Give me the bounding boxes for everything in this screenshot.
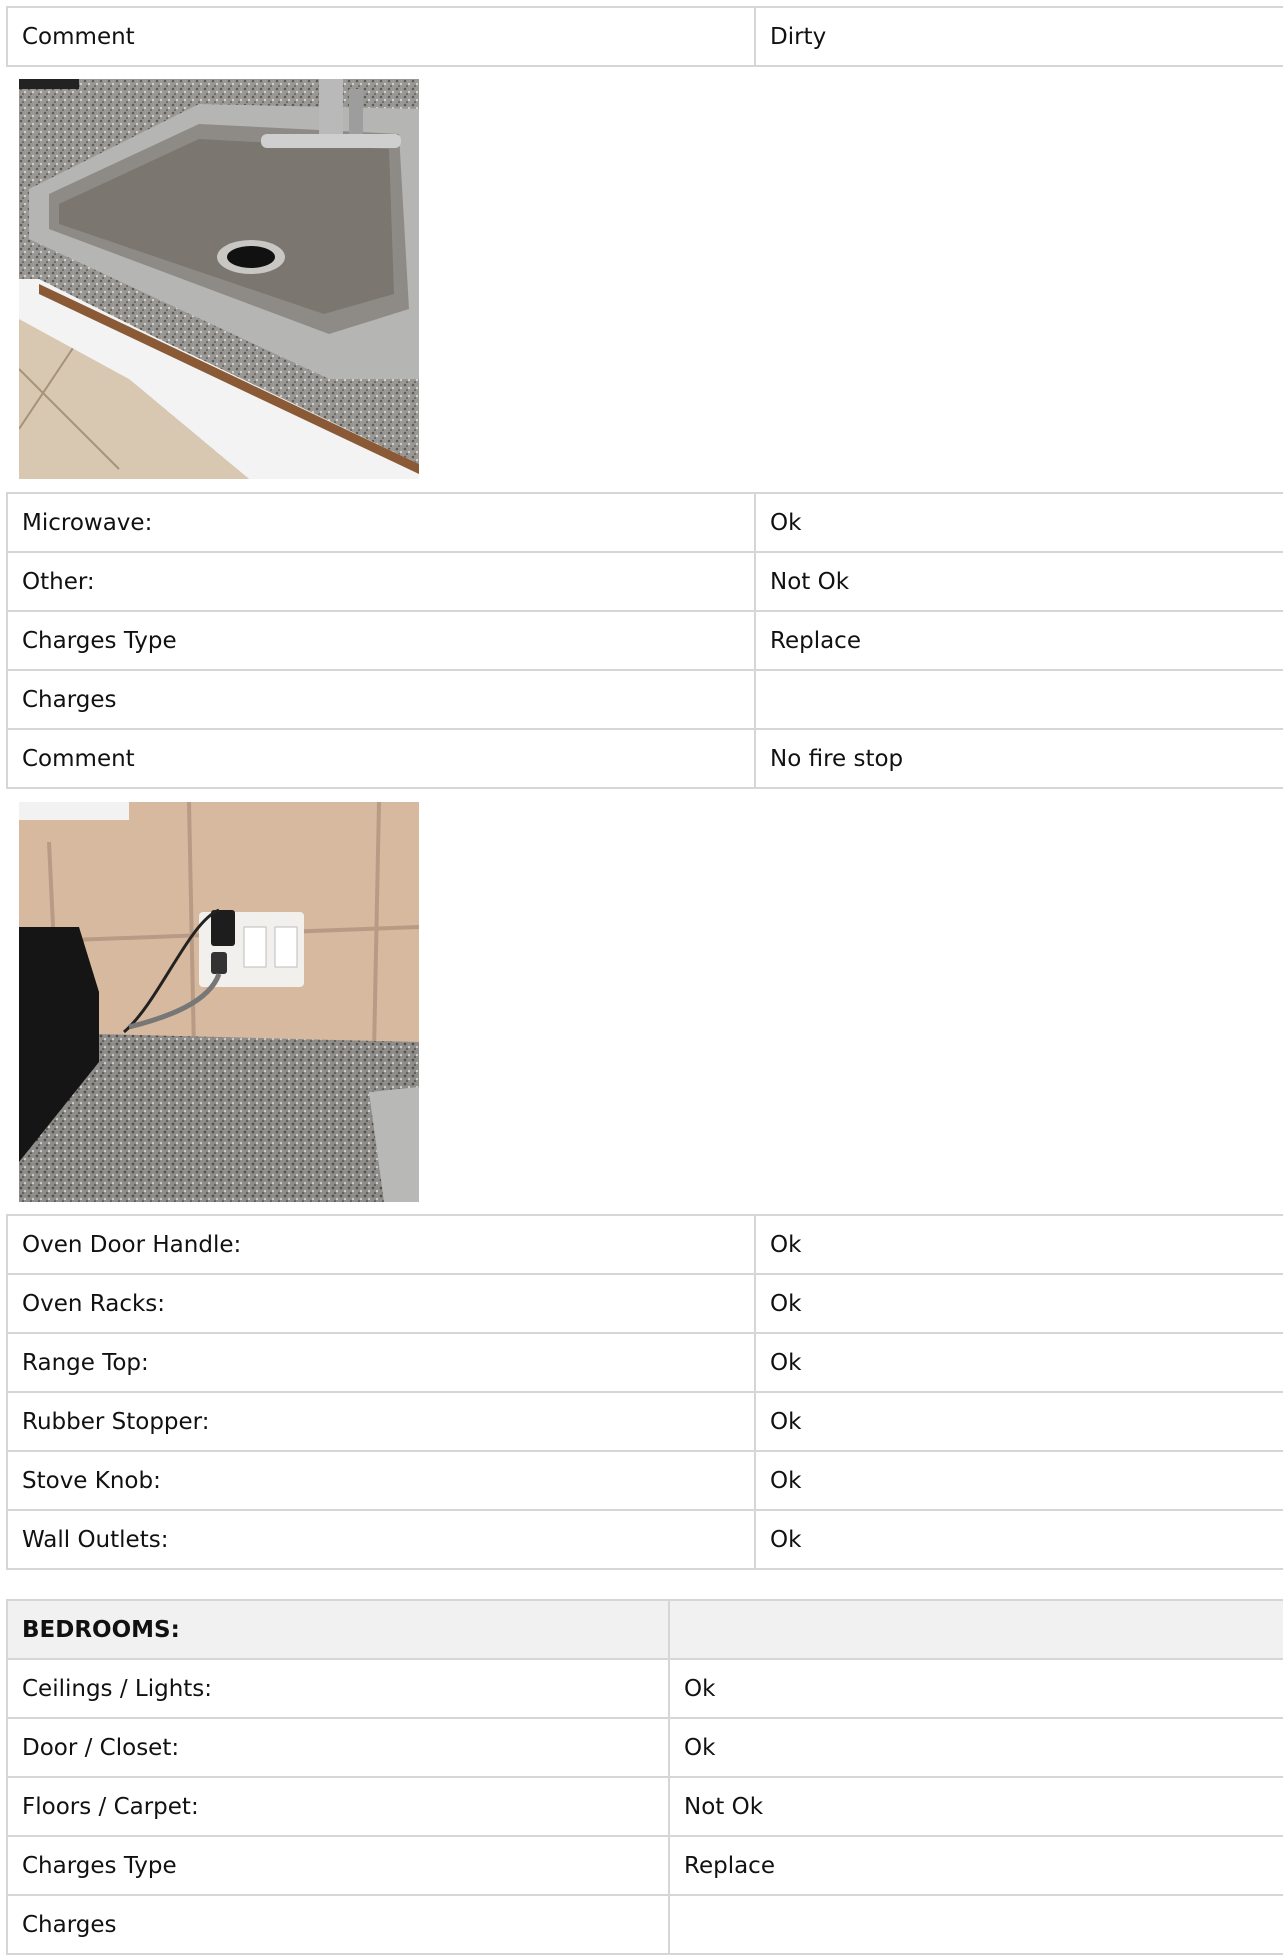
row-label: Stove Knob: xyxy=(6,1452,754,1509)
section-header-row: BEDROOMS: xyxy=(6,1601,1283,1660)
row-label: Charges xyxy=(6,671,754,728)
wall-outlet-photo xyxy=(19,802,419,1202)
table-row: Oven Door Handle: Ok xyxy=(6,1216,1283,1275)
row-label: Rubber Stopper: xyxy=(6,1393,754,1450)
row-value: No fire stop xyxy=(754,730,1283,787)
row-value: Ok xyxy=(754,1275,1283,1332)
row-label: Door / Closet: xyxy=(6,1719,668,1776)
section-title: BEDROOMS: xyxy=(6,1601,668,1658)
table-row: Microwave: Ok xyxy=(6,494,1283,553)
table-row: Charges Type Replace xyxy=(6,1837,1283,1896)
row-label: Microwave: xyxy=(6,494,754,551)
table-row: Charges xyxy=(6,1896,1283,1955)
row-value: Ok xyxy=(754,1452,1283,1509)
table-row: Wall Outlets: Ok xyxy=(6,1511,1283,1570)
table-row: Rubber Stopper: Ok xyxy=(6,1393,1283,1452)
sink-photo xyxy=(19,79,419,479)
section-header-value xyxy=(668,1601,1283,1658)
row-value: Ok xyxy=(668,1660,1283,1717)
row-label: Charges Type xyxy=(6,1837,668,1894)
row-value: Ok xyxy=(754,1511,1283,1568)
kitchen-mid-table: Microwave: Ok Other: Not Ok Charges Type… xyxy=(6,492,1283,789)
table-row: Door / Closet: Ok xyxy=(6,1719,1283,1778)
row-label: Charges xyxy=(6,1896,668,1953)
table-row: Range Top: Ok xyxy=(6,1334,1283,1393)
row-value: Ok xyxy=(754,1216,1283,1273)
row-label: Oven Racks: xyxy=(6,1275,754,1332)
row-value xyxy=(668,1896,1283,1953)
row-value: Ok xyxy=(754,1334,1283,1391)
row-label: Charges Type xyxy=(6,612,754,669)
row-label: Oven Door Handle: xyxy=(6,1216,754,1273)
table-row: Comment No fire stop xyxy=(6,730,1283,789)
row-label: Floors / Carpet: xyxy=(6,1778,668,1835)
table-row: Charges xyxy=(6,671,1283,730)
row-value: Replace xyxy=(668,1837,1283,1894)
row-value xyxy=(754,671,1283,728)
bedrooms-table: BEDROOMS: Ceilings / Lights: Ok Door / C… xyxy=(6,1599,1283,1955)
table-row: Comment Dirty xyxy=(6,8,1283,67)
row-label: Range Top: xyxy=(6,1334,754,1391)
row-label: Comment xyxy=(6,8,754,65)
row-label: Comment xyxy=(6,730,754,787)
table-row: Ceilings / Lights: Ok xyxy=(6,1660,1283,1719)
table-row: Charges Type Replace xyxy=(6,612,1283,671)
row-value: Not Ok xyxy=(668,1778,1283,1835)
row-label: Ceilings / Lights: xyxy=(6,1660,668,1717)
kitchen-top-table: Comment Dirty xyxy=(6,6,1283,67)
table-row: Floors / Carpet: Not Ok xyxy=(6,1778,1283,1837)
row-label: Wall Outlets: xyxy=(6,1511,754,1568)
row-value: Replace xyxy=(754,612,1283,669)
table-row: Other: Not Ok xyxy=(6,553,1283,612)
table-row: Oven Racks: Ok xyxy=(6,1275,1283,1334)
row-value: Dirty xyxy=(754,8,1283,65)
row-value: Ok xyxy=(668,1719,1283,1776)
row-label: Other: xyxy=(6,553,754,610)
kitchen-bottom-table: Oven Door Handle: Ok Oven Racks: Ok Rang… xyxy=(6,1214,1283,1570)
table-row: Stove Knob: Ok xyxy=(6,1452,1283,1511)
row-value: Ok xyxy=(754,1393,1283,1450)
row-value: Not Ok xyxy=(754,553,1283,610)
row-value: Ok xyxy=(754,494,1283,551)
